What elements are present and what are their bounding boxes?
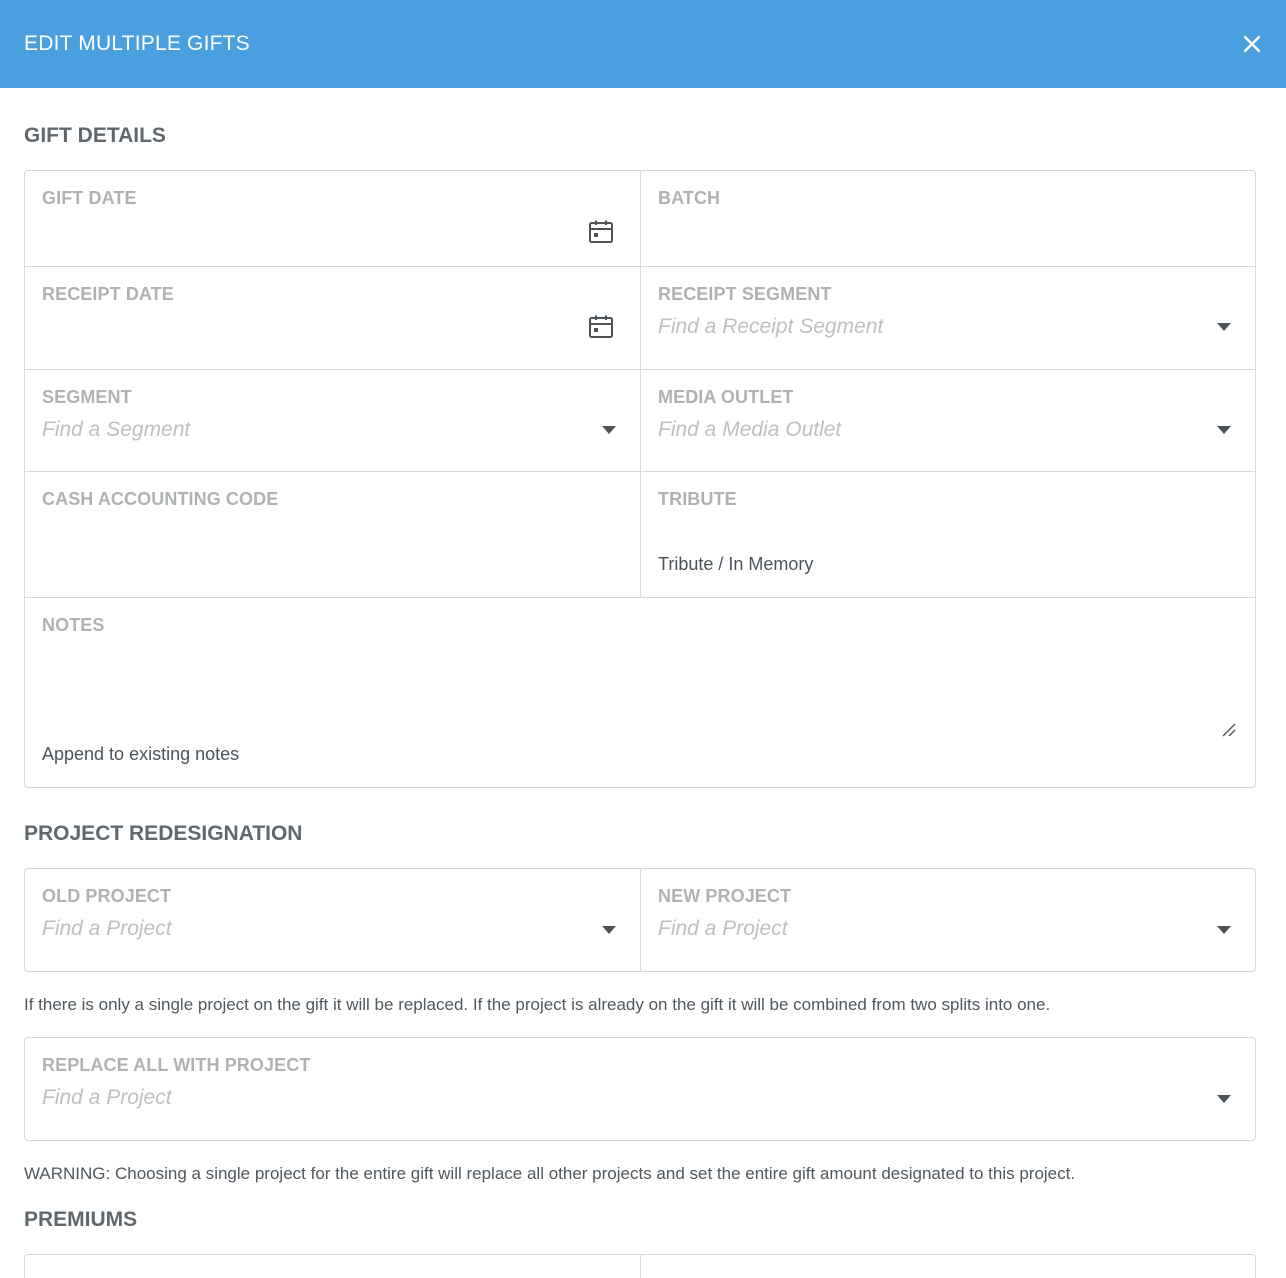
gift-details-form: GIFT DATE BATCH RECEIPT DATE RECEIPT SEG… bbox=[24, 170, 1256, 788]
notes-field[interactable]: NOTES Append to existing notes bbox=[25, 598, 1255, 787]
calendar-icon[interactable] bbox=[588, 314, 614, 340]
resize-handle-icon[interactable] bbox=[1221, 722, 1237, 738]
tribute-label: TRIBUTE bbox=[658, 489, 737, 509]
gift-details-title: GIFT DETAILS bbox=[24, 124, 166, 147]
segment-placeholder[interactable]: Find a Segment bbox=[42, 417, 623, 443]
old-project-label: OLD PROJECT bbox=[42, 886, 172, 906]
premiums-field-left[interactable] bbox=[25, 1255, 640, 1278]
segment-field[interactable]: SEGMENT Find a Segment bbox=[25, 370, 640, 471]
new-project-label: NEW PROJECT bbox=[658, 886, 792, 906]
gift-date-label: GIFT DATE bbox=[42, 188, 137, 208]
replace-all-placeholder[interactable]: Find a Project bbox=[42, 1085, 1238, 1111]
gift-date-field[interactable]: GIFT DATE bbox=[25, 171, 640, 266]
replace-all-warning-text: WARNING: Choosing a single project for t… bbox=[24, 1164, 1076, 1183]
tribute-option[interactable]: Tribute / In Memory bbox=[658, 554, 813, 575]
chevron-down-icon[interactable] bbox=[602, 926, 616, 934]
notes-label: NOTES bbox=[42, 615, 105, 635]
calendar-icon[interactable] bbox=[588, 219, 614, 245]
receipt-date-field[interactable]: RECEIPT DATE bbox=[25, 267, 640, 369]
premiums-field-right[interactable] bbox=[640, 1255, 1255, 1278]
replace-all-form: REPLACE ALL WITH PROJECT Find a Project bbox=[24, 1037, 1256, 1141]
chevron-down-icon[interactable] bbox=[602, 426, 616, 434]
modal-title: EDIT MULTIPLE GIFTS bbox=[24, 32, 250, 55]
cash-accounting-code-label: CASH ACCOUNTING CODE bbox=[42, 489, 279, 509]
close-button[interactable] bbox=[1240, 32, 1264, 56]
receipt-segment-field[interactable]: RECEIPT SEGMENT Find a Receipt Segment bbox=[640, 267, 1255, 369]
tribute-field[interactable]: TRIBUTE Tribute / In Memory bbox=[640, 472, 1255, 597]
cash-accounting-code-field[interactable]: CASH ACCOUNTING CODE bbox=[25, 472, 640, 597]
media-outlet-placeholder[interactable]: Find a Media Outlet bbox=[658, 417, 1238, 443]
new-project-placeholder[interactable]: Find a Project bbox=[658, 916, 1238, 942]
receipt-segment-placeholder[interactable]: Find a Receipt Segment bbox=[658, 314, 1238, 340]
modal-header: EDIT MULTIPLE GIFTS bbox=[0, 0, 1286, 88]
replace-all-label: REPLACE ALL WITH PROJECT bbox=[42, 1055, 311, 1075]
project-redesignation-title: PROJECT REDESIGNATION bbox=[24, 822, 303, 845]
new-project-field[interactable]: NEW PROJECT Find a Project bbox=[640, 869, 1255, 971]
media-outlet-field[interactable]: MEDIA OUTLET Find a Media Outlet bbox=[640, 370, 1255, 471]
chevron-down-icon[interactable] bbox=[1217, 926, 1231, 934]
chevron-down-icon[interactable] bbox=[1217, 323, 1231, 331]
segment-label: SEGMENT bbox=[42, 387, 132, 407]
premiums-title: PREMIUMS bbox=[24, 1208, 138, 1231]
receipt-date-label: RECEIPT DATE bbox=[42, 284, 174, 304]
append-notes-option[interactable]: Append to existing notes bbox=[42, 744, 239, 765]
redesignation-info-text: If there is only a single project on the… bbox=[24, 995, 1051, 1014]
old-project-field[interactable]: OLD PROJECT Find a Project bbox=[25, 869, 640, 971]
chevron-down-icon[interactable] bbox=[1217, 1095, 1231, 1103]
close-icon bbox=[1243, 35, 1261, 53]
old-project-placeholder[interactable]: Find a Project bbox=[42, 916, 623, 942]
media-outlet-label: MEDIA OUTLET bbox=[658, 387, 794, 407]
receipt-segment-label: RECEIPT SEGMENT bbox=[658, 284, 832, 304]
chevron-down-icon[interactable] bbox=[1217, 426, 1231, 434]
premiums-form bbox=[24, 1254, 1256, 1278]
batch-field[interactable]: BATCH bbox=[640, 171, 1255, 266]
replace-all-project-field[interactable]: REPLACE ALL WITH PROJECT Find a Project bbox=[25, 1038, 1255, 1140]
project-redesignation-form: OLD PROJECT Find a Project NEW PROJECT F… bbox=[24, 868, 1256, 972]
batch-label: BATCH bbox=[658, 188, 721, 208]
